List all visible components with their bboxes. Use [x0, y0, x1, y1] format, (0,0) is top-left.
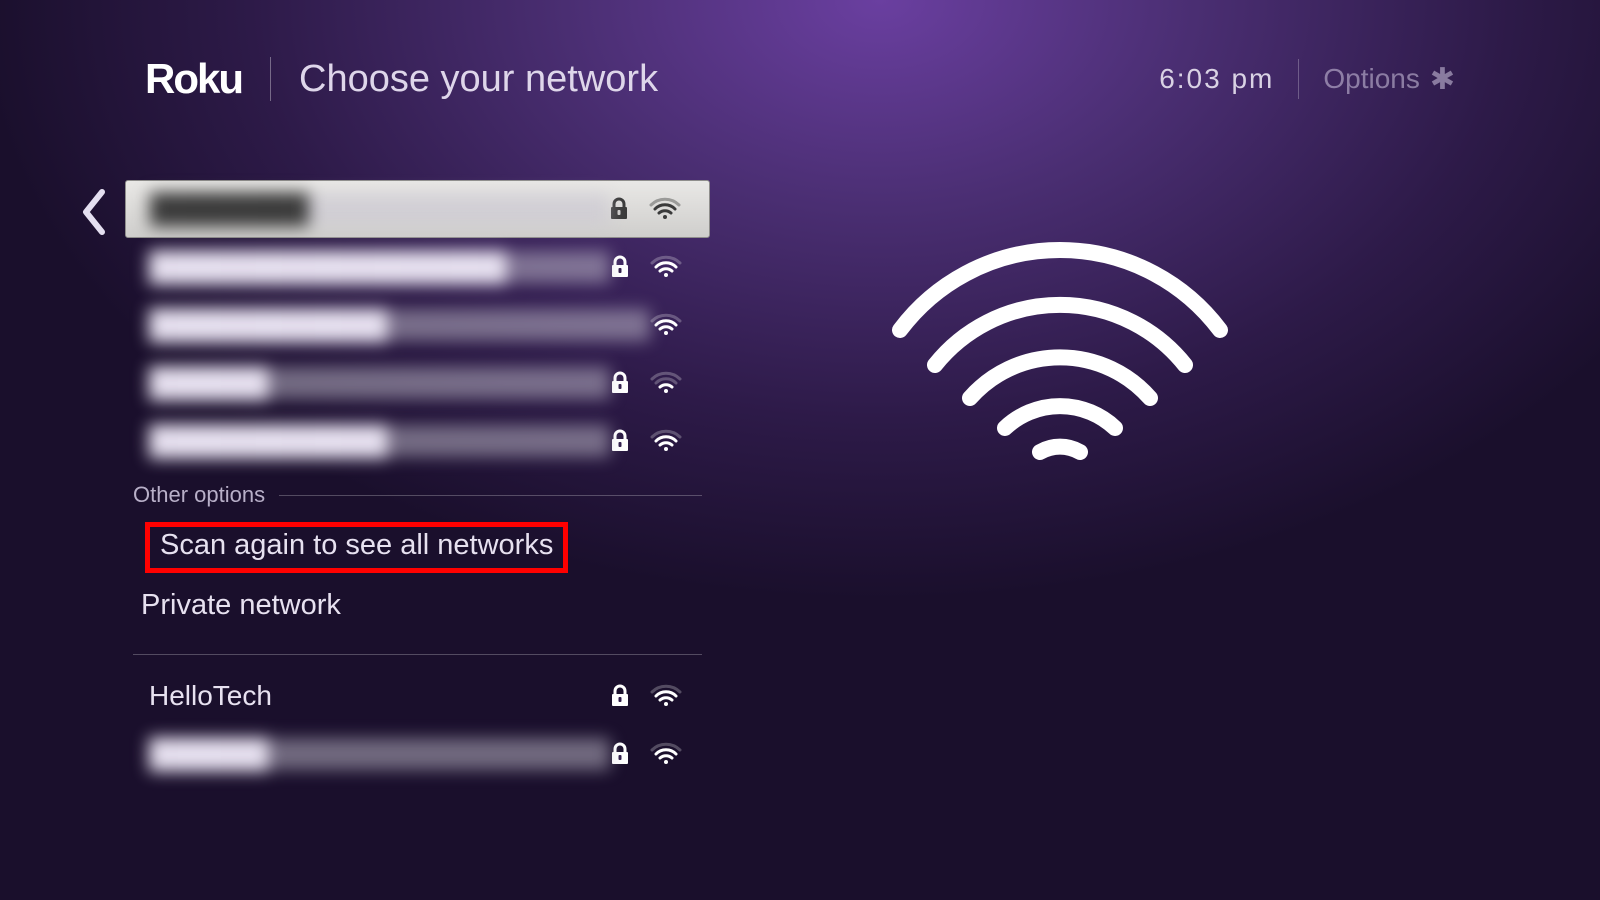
network-icons: [609, 197, 685, 221]
divider: [133, 654, 702, 655]
header-right: 6:03 pm Options ✱: [1159, 59, 1455, 99]
network-icons: [610, 429, 686, 453]
highlight-box: Scan again to see all networks: [145, 522, 568, 573]
network-icons: [610, 371, 686, 395]
wifi-icon: [650, 255, 682, 279]
options-button[interactable]: Options ✱: [1323, 62, 1455, 97]
wifi-icon: [650, 742, 682, 766]
divider-line: [279, 495, 702, 496]
lock-icon: [610, 684, 630, 708]
network-name: ████████: [150, 193, 609, 225]
network-row-top-0[interactable]: ████████: [125, 180, 710, 238]
options-list: Scan again to see all networks Private ne…: [125, 508, 710, 630]
other-options-title: Other options: [133, 482, 265, 508]
asterisk-icon: ✱: [1430, 62, 1455, 97]
lock-icon: [609, 197, 629, 221]
network-icons: [610, 684, 686, 708]
network-name: ████████████: [149, 425, 610, 457]
wifi-large-icon: [890, 220, 1230, 480]
network-name: ██████████████████: [149, 251, 610, 283]
wifi-icon: [650, 429, 682, 453]
header: Roku Choose your network 6:03 pm Options…: [145, 55, 1455, 103]
network-icons: [650, 313, 686, 337]
network-row-top-2[interactable]: ████████████: [125, 296, 710, 354]
network-row-top-3[interactable]: ██████: [125, 354, 710, 412]
network-name: ████████████: [149, 309, 650, 341]
network-name: ██████: [149, 738, 610, 770]
lock-icon: [610, 742, 630, 766]
wifi-icon: [650, 371, 682, 395]
back-button[interactable]: [78, 188, 108, 241]
lock-icon: [610, 429, 630, 453]
clock: 6:03 pm: [1159, 63, 1274, 95]
roku-logo: Roku: [145, 55, 242, 103]
network-row-more-0[interactable]: HelloTech: [125, 667, 710, 725]
network-list: ████████████████████████████████████████…: [125, 180, 710, 783]
page-title: Choose your network: [299, 58, 658, 101]
options-label: Options: [1323, 63, 1420, 95]
header-separator: [270, 57, 271, 101]
network-row-top-1[interactable]: ██████████████████: [125, 238, 710, 296]
header-left: Roku Choose your network: [145, 55, 658, 103]
option-row-1[interactable]: Private network: [125, 581, 710, 630]
lock-icon: [610, 371, 630, 395]
network-row-top-4[interactable]: ████████████: [125, 412, 710, 470]
network-row-more-1[interactable]: ██████: [125, 725, 710, 783]
other-options-header: Other options: [125, 482, 710, 508]
network-name: HelloTech: [149, 680, 610, 712]
chevron-left-icon: [78, 223, 108, 240]
network-icons: [610, 742, 686, 766]
wifi-icon: [650, 684, 682, 708]
header-separator-2: [1298, 59, 1299, 99]
network-name: ██████: [149, 367, 610, 399]
lock-icon: [610, 255, 630, 279]
network-icons: [610, 255, 686, 279]
option-row-0[interactable]: Scan again to see all networks: [125, 514, 710, 581]
wifi-icon: [649, 197, 681, 221]
wifi-icon: [650, 313, 682, 337]
